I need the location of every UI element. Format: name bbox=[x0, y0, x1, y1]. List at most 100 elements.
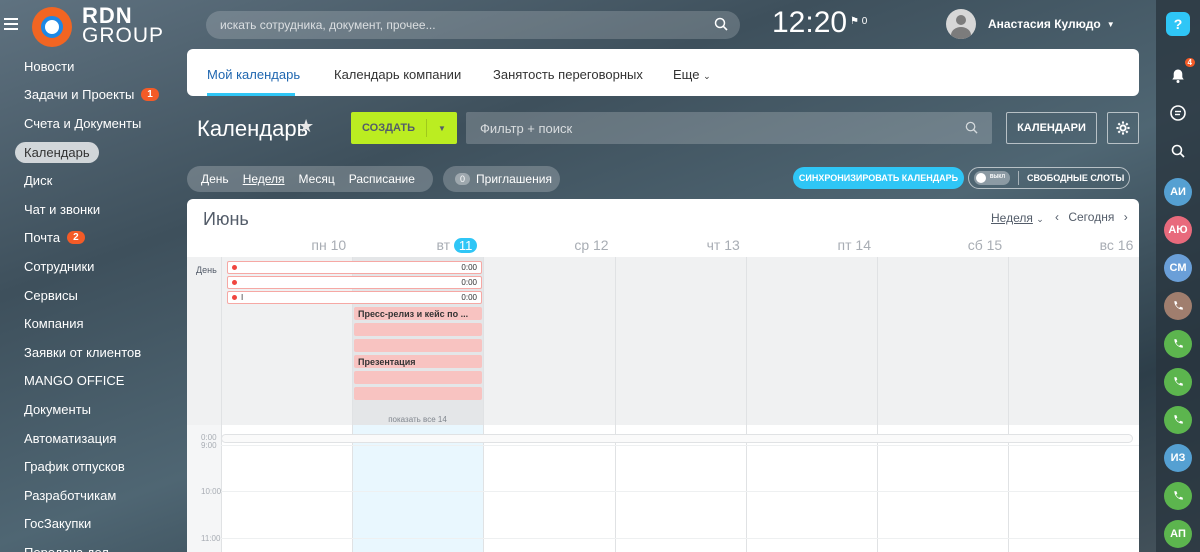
sidebar-item[interactable]: График отпусков bbox=[0, 452, 186, 481]
tab-rooms[interactable]: Занятость переговорных bbox=[493, 67, 643, 82]
phone-icon[interactable] bbox=[1164, 292, 1192, 320]
sync-calendar-button[interactable]: СИНХРОНИЗИРОВАТЬ КАЛЕНДАРЬ bbox=[793, 167, 964, 189]
column-divider bbox=[877, 257, 878, 552]
today-button[interactable]: Сегодня bbox=[1068, 210, 1114, 224]
invitations-button[interactable]: 0 Приглашения bbox=[443, 166, 560, 192]
create-button[interactable]: СОЗДАТЬ ▼ bbox=[351, 112, 457, 144]
sidebar-item[interactable]: Сервисы bbox=[0, 281, 186, 310]
star-icon[interactable]: ★ bbox=[298, 116, 314, 137]
sidebar-item[interactable]: Новости bbox=[0, 52, 186, 81]
day-header[interactable]: пт 14 bbox=[746, 237, 871, 253]
work-day-flag[interactable]: ⚑ 0 bbox=[850, 16, 867, 27]
sidebar-item[interactable]: Документы bbox=[0, 395, 186, 424]
view-week[interactable]: Неделя bbox=[243, 172, 285, 186]
event-title: I bbox=[241, 293, 244, 302]
hour-line bbox=[221, 445, 1139, 446]
sidebar-item[interactable]: ГосЗакупки bbox=[0, 510, 186, 539]
calendar-event[interactable] bbox=[354, 387, 482, 400]
sidebar-item[interactable]: MANGO OFFICE bbox=[0, 367, 186, 396]
sidebar-item-label: Чат и звонки bbox=[24, 201, 101, 217]
contact-avatar[interactable]: АИ bbox=[1164, 178, 1192, 206]
bell-icon bbox=[1172, 69, 1184, 83]
event-time: 0:00 bbox=[461, 293, 477, 302]
day-header[interactable]: чт 13 bbox=[615, 237, 740, 253]
tab-company-calendar[interactable]: Календарь компании bbox=[334, 67, 461, 82]
sidebar-item[interactable]: Диск bbox=[0, 166, 186, 195]
view-select-label: Неделя bbox=[991, 211, 1033, 225]
sidebar-item-label: Автоматизация bbox=[24, 430, 117, 446]
time-label: 10:00 bbox=[201, 487, 222, 496]
calendars-button[interactable]: КАЛЕНДАРИ bbox=[1006, 112, 1097, 144]
sidebar-item[interactable]: Разработчикам bbox=[0, 481, 186, 510]
contact-avatar[interactable]: АЮ bbox=[1164, 216, 1192, 244]
day-number: 13 bbox=[724, 237, 740, 253]
settings-button[interactable] bbox=[1107, 112, 1139, 144]
day-header[interactable]: вт 11 bbox=[352, 237, 478, 253]
sidebar-item[interactable]: Чат и звонки bbox=[0, 195, 186, 224]
view-schedule[interactable]: Расписание bbox=[349, 172, 415, 186]
contact-avatar[interactable]: ИЗ bbox=[1164, 444, 1192, 472]
day-header[interactable]: вс 16 bbox=[1008, 237, 1134, 253]
search-button[interactable] bbox=[1164, 137, 1192, 165]
user-menu[interactable]: Анастасия Кулюдо ▼ bbox=[946, 9, 1115, 39]
menu-toggle-icon[interactable] bbox=[4, 18, 18, 30]
calendar-event[interactable]: Пресс-релиз и кейс по ... bbox=[354, 307, 482, 320]
day-header[interactable]: пн 10 bbox=[221, 237, 346, 253]
sidebar-item[interactable]: Автоматизация bbox=[0, 424, 186, 453]
contact-avatar[interactable]: СМ bbox=[1164, 254, 1192, 282]
calendar-event[interactable] bbox=[354, 371, 482, 384]
filter-input[interactable] bbox=[466, 112, 992, 144]
help-icon[interactable]: ? bbox=[1166, 12, 1190, 36]
sidebar-item[interactable]: Задачи и Проекты 1 bbox=[0, 81, 186, 110]
sidebar-item-label: Документы bbox=[24, 401, 92, 417]
calendar-event[interactable] bbox=[354, 323, 482, 336]
view-month[interactable]: Месяц bbox=[299, 172, 335, 186]
tab-my-calendar[interactable]: Мой календарь bbox=[207, 67, 300, 82]
calendar-event[interactable]: Презентация bbox=[354, 355, 482, 368]
sidebar-item[interactable]: Почта 2 bbox=[0, 224, 186, 253]
chevron-right-icon[interactable]: › bbox=[1124, 210, 1128, 224]
day-header[interactable]: сб 15 bbox=[877, 237, 1003, 253]
free-slots-label[interactable]: СВОБОДНЫЕ СЛОТЫ bbox=[1027, 173, 1124, 183]
calendar-event[interactable] bbox=[354, 339, 482, 352]
search-icon[interactable] bbox=[965, 121, 978, 134]
allday-label: День bbox=[196, 265, 217, 275]
calendar-event[interactable]: I 0:00 bbox=[227, 291, 482, 304]
phone-icon[interactable] bbox=[1164, 330, 1192, 358]
event-time: 0:00 bbox=[461, 278, 477, 287]
contact-avatar[interactable]: АП bbox=[1164, 520, 1192, 548]
sidebar-item-label: Календарь bbox=[24, 144, 90, 160]
view-select[interactable]: Неделя ⌄ bbox=[991, 211, 1044, 225]
chevron-left-icon[interactable]: ‹ bbox=[1055, 210, 1059, 224]
sidebar-item[interactable]: Компания bbox=[0, 309, 186, 338]
logo-mark bbox=[32, 7, 72, 47]
sidebar-item[interactable]: Счета и Документы bbox=[0, 109, 186, 138]
chevron-down-icon[interactable]: ▼ bbox=[427, 124, 457, 133]
chat-button[interactable] bbox=[1164, 99, 1192, 127]
notifications-button[interactable]: 4 bbox=[1164, 58, 1195, 90]
tab-more[interactable]: Еще ⌄ bbox=[673, 67, 711, 82]
phone-icon[interactable] bbox=[1164, 482, 1192, 510]
calendar-event[interactable]: 0:00 bbox=[227, 276, 482, 289]
view-day[interactable]: День bbox=[201, 172, 229, 186]
column-divider bbox=[221, 257, 222, 552]
phone-icon[interactable] bbox=[1164, 368, 1192, 396]
sidebar-item-label: Задачи и Проекты bbox=[24, 87, 135, 103]
sidebar-item[interactable]: Заявки от клиентов bbox=[0, 338, 186, 367]
chat-icon bbox=[1170, 105, 1186, 121]
day-header[interactable]: ср 12 bbox=[483, 237, 608, 253]
sidebar-item[interactable]: Передача дел bbox=[0, 538, 186, 552]
company-logo[interactable]: RDN GROUP bbox=[32, 5, 172, 47]
calendar-event[interactable]: 0:00 bbox=[227, 261, 482, 274]
sidebar-item[interactable]: Сотрудники bbox=[0, 252, 186, 281]
clock[interactable]: 12:20 bbox=[772, 6, 847, 40]
sidebar-item-label: График отпусков bbox=[24, 459, 125, 475]
phone-icon[interactable] bbox=[1164, 406, 1192, 434]
sidebar-item[interactable]: Календарь bbox=[0, 138, 186, 167]
tab-more-label: Еще bbox=[673, 67, 700, 82]
phone-icon bbox=[1174, 301, 1183, 310]
search-icon[interactable] bbox=[714, 17, 728, 31]
show-all-link[interactable]: показать все 14 bbox=[352, 415, 483, 424]
search-input[interactable] bbox=[206, 11, 740, 39]
free-slots-toggle[interactable]: ВЫКЛ bbox=[974, 171, 1010, 185]
